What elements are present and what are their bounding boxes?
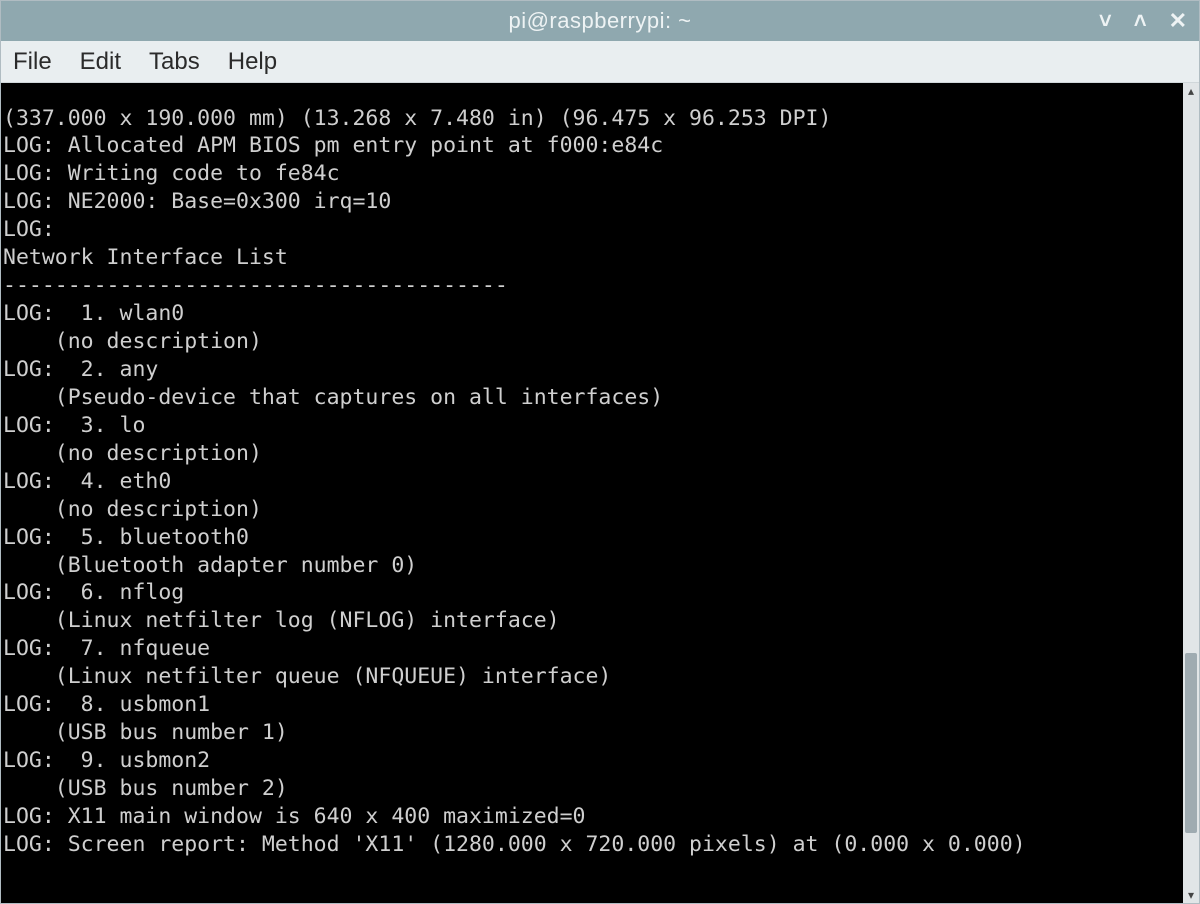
window-title: pi@raspberrypi: ~ [508, 8, 691, 34]
menu-edit[interactable]: Edit [80, 48, 121, 76]
menu-help[interactable]: Help [228, 48, 277, 76]
close-button[interactable]: ✕ [1169, 10, 1187, 32]
terminal-area: (337.000 x 190.000 mm) (13.268 x 7.480 i… [1, 83, 1199, 903]
scroll-thumb[interactable] [1185, 653, 1197, 833]
titlebar[interactable]: pi@raspberrypi: ~ ˅ ˄ ✕ [1, 1, 1199, 41]
terminal-window: pi@raspberrypi: ~ ˅ ˄ ✕ File Edit Tabs H… [0, 0, 1200, 904]
scrollbar[interactable]: ▴ ▾ [1183, 83, 1199, 903]
terminal-output[interactable]: (337.000 x 190.000 mm) (13.268 x 7.480 i… [1, 105, 1183, 882]
scroll-down-icon[interactable]: ▾ [1183, 887, 1199, 903]
window-controls: ˅ ˄ ✕ [1099, 1, 1187, 41]
menu-file[interactable]: File [13, 48, 52, 76]
minimize-button[interactable]: ˅ [1099, 10, 1112, 32]
menubar: File Edit Tabs Help [1, 41, 1199, 83]
maximize-button[interactable]: ˄ [1134, 10, 1147, 32]
scroll-up-icon[interactable]: ▴ [1183, 83, 1199, 99]
menu-tabs[interactable]: Tabs [149, 48, 200, 76]
